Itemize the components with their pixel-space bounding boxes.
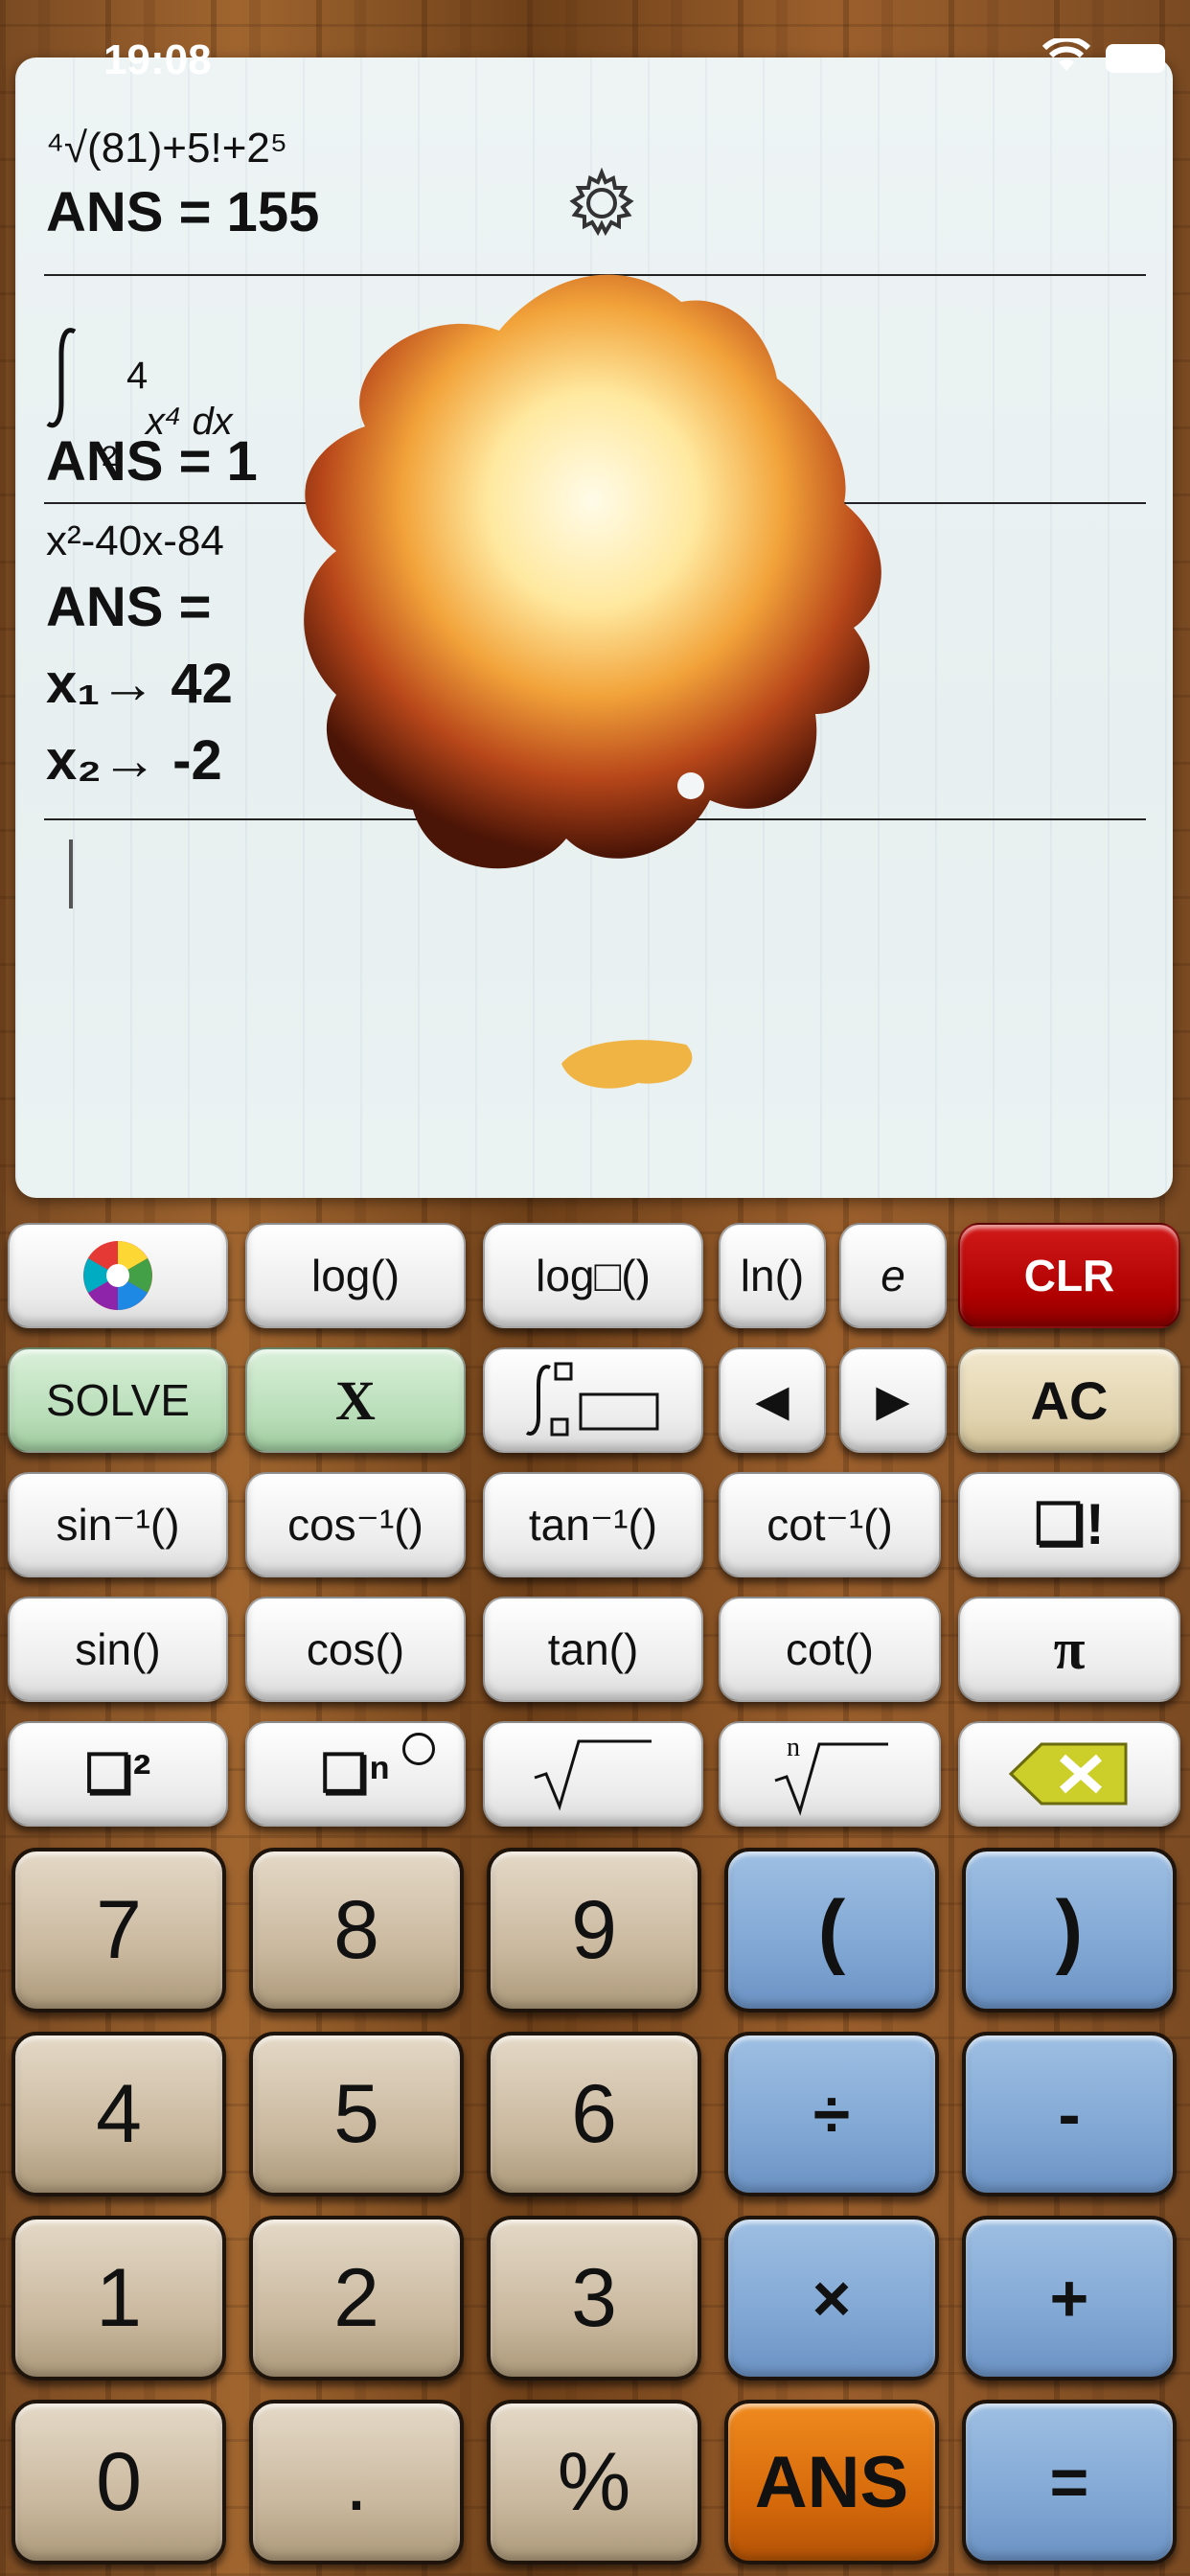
digit-8-button[interactable]: 8 (249, 1848, 464, 2012)
sin-button[interactable]: sin() (8, 1597, 228, 1702)
decimal-point-button[interactable]: . (249, 2400, 464, 2564)
arctan-button[interactable]: tan⁻¹() (483, 1472, 703, 1577)
square-button[interactable]: ❏² (8, 1721, 228, 1827)
digit-3-button[interactable]: 3 (487, 2216, 701, 2380)
digit-9-button[interactable]: 9 (487, 1848, 701, 2012)
ans-button[interactable]: ANS (724, 2400, 939, 2564)
variable-x-button[interactable]: X (245, 1347, 466, 1453)
log-button[interactable]: log() (245, 1223, 466, 1328)
explosion-fragment (561, 1040, 693, 1089)
svg-text:n: n (787, 1733, 800, 1762)
arcsin-button[interactable]: sin⁻¹() (8, 1472, 228, 1577)
clear-button[interactable]: CLR (958, 1223, 1180, 1328)
e-button[interactable]: e (839, 1223, 947, 1328)
power-button[interactable]: ❏ⁿ (245, 1721, 466, 1827)
root-2: x₂→ -2 (46, 729, 222, 792)
backspace-button[interactable] (958, 1721, 1180, 1827)
arccos-button[interactable]: cos⁻¹() (245, 1472, 466, 1577)
digit-6-button[interactable]: 6 (487, 2032, 701, 2196)
root-1: x₁→ 42 (46, 653, 233, 715)
explosion-effect (304, 274, 881, 869)
cursor-left-button[interactable]: ◀ (719, 1347, 826, 1453)
answer-3: ANS = (46, 576, 212, 638)
multiply-button[interactable]: × (724, 2216, 939, 2380)
wifi-icon (1042, 38, 1090, 71)
integral-upper-limit: 4 (126, 355, 149, 397)
pi-button[interactable]: π (958, 1597, 1180, 1702)
cursor-right-button[interactable]: ▶ (839, 1347, 947, 1453)
integral-template-icon (525, 1362, 659, 1437)
digit-2-button[interactable]: 2 (249, 2216, 464, 2380)
battery-icon (1106, 44, 1165, 73)
square-root-button[interactable] (483, 1721, 703, 1827)
power-label: ❏ⁿ (320, 1743, 391, 1804)
status-time: 19:08 (103, 36, 212, 83)
integral-sign-icon (46, 328, 77, 428)
ln-button[interactable]: ln() (719, 1223, 826, 1328)
solve-button[interactable]: SOLVE (8, 1347, 228, 1453)
nth-root-icon: n (774, 1733, 888, 1816)
radio-indicator-icon (402, 1733, 435, 1765)
digit-0-button[interactable]: 0 (11, 2400, 226, 2564)
divide-button[interactable]: ÷ (724, 2032, 939, 2196)
cot-button[interactable]: cot() (719, 1597, 941, 1702)
subtract-button[interactable]: - (962, 2032, 1177, 2196)
calculator-display[interactable]: ⁴√(81)+5!+2⁵ ANS = 155 4 2 x⁴ dx ANS = 1… (15, 58, 1173, 1198)
digit-5-button[interactable]: 5 (249, 2032, 464, 2196)
tan-button[interactable]: tan() (483, 1597, 703, 1702)
expression-1: ⁴√(81)+5!+2⁵ (46, 125, 288, 172)
digit-4-button[interactable]: 4 (11, 2032, 226, 2196)
settings-gear-icon[interactable] (563, 165, 640, 242)
square-root-icon (534, 1739, 652, 1811)
percent-button[interactable]: % (487, 2400, 701, 2564)
all-clear-button[interactable]: AC (958, 1347, 1180, 1453)
integral-button[interactable] (483, 1347, 703, 1453)
factorial-button[interactable]: ❏! (958, 1472, 1180, 1577)
answer-2: ANS = 1 (46, 430, 258, 493)
expression-3: x²-40x-84 (46, 518, 224, 564)
add-button[interactable]: + (962, 2216, 1177, 2380)
open-paren-button[interactable]: ( (724, 1848, 939, 2012)
close-paren-button[interactable]: ) (962, 1848, 1177, 2012)
status-bar: 19:08 (0, 0, 1190, 115)
color-wheel-icon (83, 1241, 152, 1310)
theme-color-button[interactable] (8, 1223, 228, 1328)
digit-7-button[interactable]: 7 (11, 1848, 226, 2012)
backspace-icon (1008, 1742, 1128, 1806)
text-cursor (69, 840, 73, 908)
nth-root-button[interactable]: n (719, 1721, 941, 1827)
log-base-button[interactable]: log□() (483, 1223, 703, 1328)
answer-1: ANS = 155 (46, 181, 320, 243)
arccot-button[interactable]: cot⁻¹() (719, 1472, 941, 1577)
equals-button[interactable]: = (962, 2400, 1177, 2564)
digit-1-button[interactable]: 1 (11, 2216, 226, 2380)
cos-button[interactable]: cos() (245, 1597, 466, 1702)
